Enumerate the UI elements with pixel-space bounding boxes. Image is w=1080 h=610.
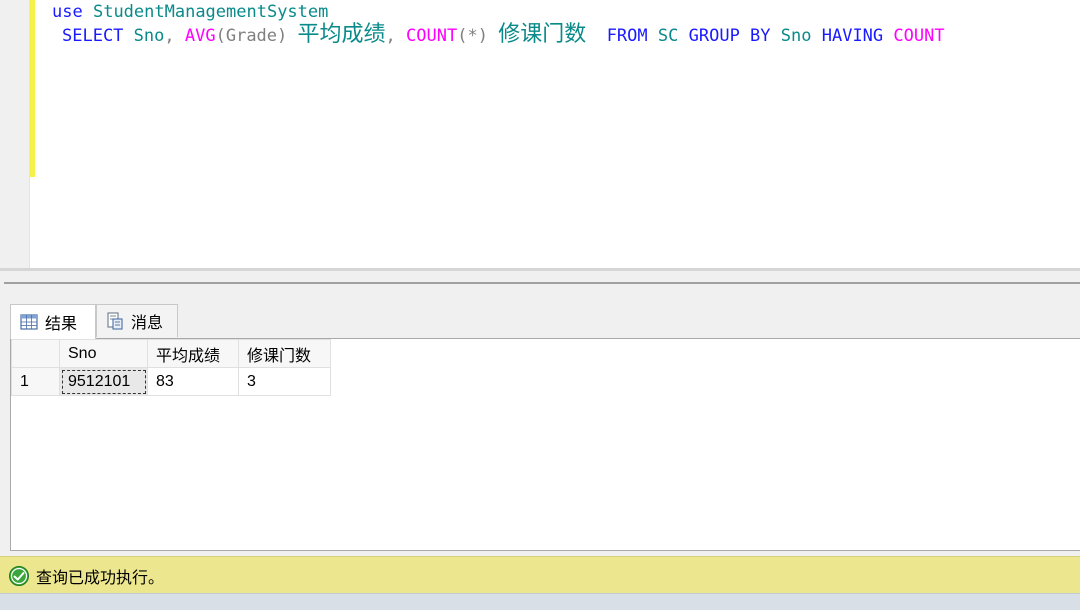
comma: ,	[164, 26, 175, 46]
results-grid-icon	[20, 314, 38, 330]
keyword-from: FROM	[606, 26, 648, 46]
tab-messages[interactable]: 消息	[96, 304, 178, 337]
keyword-use: use	[52, 2, 83, 22]
row-number[interactable]: 1	[11, 367, 60, 396]
table-sc: SC	[657, 26, 679, 46]
comma: ,	[385, 26, 396, 46]
splitter-line	[4, 282, 1080, 284]
header-row: Sno 平均成绩 修课门数	[11, 339, 331, 368]
corner-header[interactable]	[11, 339, 60, 368]
count-argument: (*)	[457, 26, 488, 46]
table-row: 1 9512101 83 3	[11, 367, 331, 396]
cell-average-grade[interactable]: 83	[147, 367, 239, 396]
code-line-2[interactable]: SELECT Sno, AVG(Grade) 平均成绩, COUNT(*) 修课…	[62, 24, 945, 47]
database-name: StudentManagementSystem	[92, 2, 329, 22]
alias-course-count: 修课门数	[498, 22, 587, 47]
pane-splitter[interactable]	[0, 271, 1080, 304]
status-message: 查询已成功执行。	[36, 567, 165, 587]
cell-sno[interactable]: 9512101	[59, 367, 148, 396]
editor-gutter	[0, 0, 30, 271]
query-status-bar: 查询已成功执行。	[0, 556, 1080, 594]
messages-icon	[107, 312, 123, 330]
code-line-1[interactable]: use StudentManagementSystem	[52, 1, 328, 23]
success-check-icon	[9, 565, 29, 586]
column-header-average-grade[interactable]: 平均成绩	[147, 339, 239, 368]
column-header-course-count[interactable]: 修课门数	[238, 339, 331, 368]
change-tracking-bar	[30, 0, 35, 177]
keyword-select: SELECT	[62, 26, 124, 46]
tab-messages-label: 消息	[131, 313, 164, 332]
column-header-sno[interactable]: Sno	[59, 339, 148, 368]
tab-results-label: 结果	[45, 314, 78, 333]
function-avg: AVG	[184, 26, 216, 46]
alias-average-grade: 平均成绩	[297, 22, 386, 47]
keyword-group-by: GROUP BY	[688, 26, 771, 46]
cell-course-count[interactable]: 3	[238, 367, 331, 396]
avg-argument: (Grade)	[215, 26, 288, 46]
function-count-having: COUNT	[893, 26, 945, 46]
group-column-sno: Sno	[780, 26, 812, 46]
column-sno: Sno	[133, 26, 165, 46]
tab-results[interactable]: 结果	[10, 304, 96, 339]
query-editor[interactable]: use StudentManagementSystem SELECT Sno, …	[0, 0, 1080, 271]
results-grid-pane[interactable]: Sno 平均成绩 修课门数 1 9512101 83 3	[10, 338, 1080, 551]
results-table: Sno 平均成绩 修课门数 1 9512101 83 3	[11, 339, 331, 396]
window-bottom-strip	[0, 593, 1080, 610]
function-count: COUNT	[406, 26, 458, 46]
keyword-having: HAVING	[821, 26, 884, 46]
